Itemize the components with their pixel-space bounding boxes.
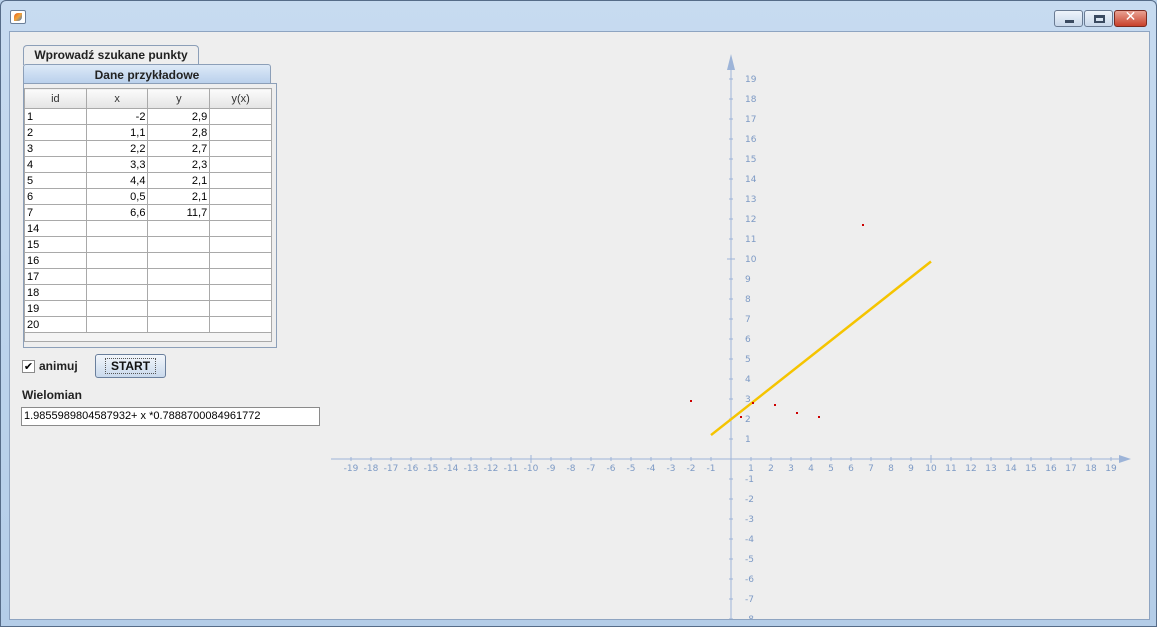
x-tick-label: 6 [848, 464, 854, 474]
x-tick-label: 13 [985, 464, 996, 474]
y-tick-label: 13 [745, 195, 756, 205]
data-point [862, 224, 864, 226]
java-app-icon [10, 10, 26, 24]
x-tick-label: 4 [808, 464, 814, 474]
y-tick-label: -4 [745, 535, 754, 545]
x-tick-label: 11 [945, 464, 956, 474]
x-tick-label: -19 [344, 464, 359, 474]
data-point [774, 404, 776, 406]
maximize-icon [1094, 15, 1105, 23]
x-tick-label: -11 [504, 464, 519, 474]
y-tick-label: -1 [745, 475, 754, 485]
plot-canvas: -19 -18 -17 -16 -15 -14 -13 -12 -11 -10 -9 -8 -7 -6 -5… [331, 54, 1131, 619]
y-tick-label: 15 [745, 155, 756, 165]
y-tick-label: -5 [745, 555, 754, 565]
y-axis-arrow-icon [727, 54, 735, 70]
window-controls: ✕ [1053, 9, 1147, 27]
fit-line [710, 260, 932, 437]
x-tick-label: -13 [464, 464, 479, 474]
x-tick-label: -10 [524, 464, 539, 474]
y-tick-label: 14 [745, 175, 757, 185]
title-bar[interactable]: ✕ [1, 1, 1156, 31]
x-tick-label: -15 [424, 464, 439, 474]
x-tick-label: 19 [1105, 464, 1117, 474]
y-tick-label: 19 [745, 75, 757, 85]
minimize-icon [1065, 20, 1074, 23]
x-tick-label: -4 [647, 464, 656, 474]
close-icon: ✕ [1124, 9, 1137, 25]
x-tick-label: -14 [444, 464, 459, 474]
x-tick-label: 14 [1005, 464, 1017, 474]
x-tick-label: -16 [404, 464, 419, 474]
y-tick-label: 8 [745, 295, 751, 305]
x-tick-label: -6 [607, 464, 616, 474]
content-pane: Wprowadź szukane punkty Dane przykładowe… [9, 31, 1150, 620]
x-tick-label: 9 [908, 464, 914, 474]
data-point [752, 402, 754, 404]
x-tick-label: 15 [1025, 464, 1036, 474]
y-tick-label: -8 [745, 615, 754, 619]
x-tick-label: 5 [828, 464, 834, 474]
y-tick-label: 11 [745, 235, 756, 245]
y-tick-label: 4 [745, 375, 751, 385]
x-tick-label: 12 [965, 464, 976, 474]
x-tick-label: 10 [925, 464, 937, 474]
x-tick-label: -7 [587, 464, 596, 474]
y-tick-label: 2 [745, 415, 751, 425]
minimize-button[interactable] [1054, 10, 1083, 27]
y-tick-label: -2 [745, 495, 754, 505]
y-tick-label: 18 [745, 95, 757, 105]
x-tick-label: -2 [687, 464, 696, 474]
x-tick-label: -1 [707, 464, 716, 474]
maximize-button[interactable] [1084, 10, 1113, 27]
y-tick-label: 9 [745, 275, 751, 285]
x-tick-label: -5 [627, 464, 636, 474]
x-tick-label: -8 [567, 464, 576, 474]
y-tick-label: 6 [745, 335, 751, 345]
x-tick-label: 17 [1065, 464, 1076, 474]
data-point [740, 416, 742, 418]
y-tick-label: 5 [745, 355, 751, 365]
data-point [690, 400, 692, 402]
y-tick-label: 10 [745, 255, 757, 265]
data-point [818, 416, 820, 418]
x-tick-label: 7 [868, 464, 874, 474]
x-tick-label: -3 [667, 464, 676, 474]
y-tick-label: -7 [745, 595, 754, 605]
y-tick-label: -6 [745, 575, 754, 585]
x-tick-label: 16 [1045, 464, 1057, 474]
y-tick-label: 12 [745, 215, 756, 225]
x-tick-label: 3 [788, 464, 794, 474]
close-button[interactable]: ✕ [1114, 9, 1147, 27]
x-tick-label: -18 [364, 464, 379, 474]
x-tick-label: 2 [768, 464, 774, 474]
app-window: ✕ Wprowadź szukane punkty Dane przykłado… [0, 0, 1157, 627]
y-tick-label: 16 [745, 135, 757, 145]
y-tick-label: 7 [745, 315, 751, 325]
data-point [796, 412, 798, 414]
y-tick-label: -3 [745, 515, 754, 525]
x-tick-label: 1 [748, 464, 754, 474]
x-tick-label: 18 [1085, 464, 1097, 474]
y-tick-label: 1 [745, 435, 751, 445]
x-axis-arrow-icon [1119, 455, 1131, 463]
x-tick-label: -9 [547, 464, 556, 474]
x-tick-label: -17 [384, 464, 399, 474]
x-tick-label: 8 [888, 464, 894, 474]
x-tick-label: -12 [484, 464, 499, 474]
y-tick-label: 17 [745, 115, 756, 125]
